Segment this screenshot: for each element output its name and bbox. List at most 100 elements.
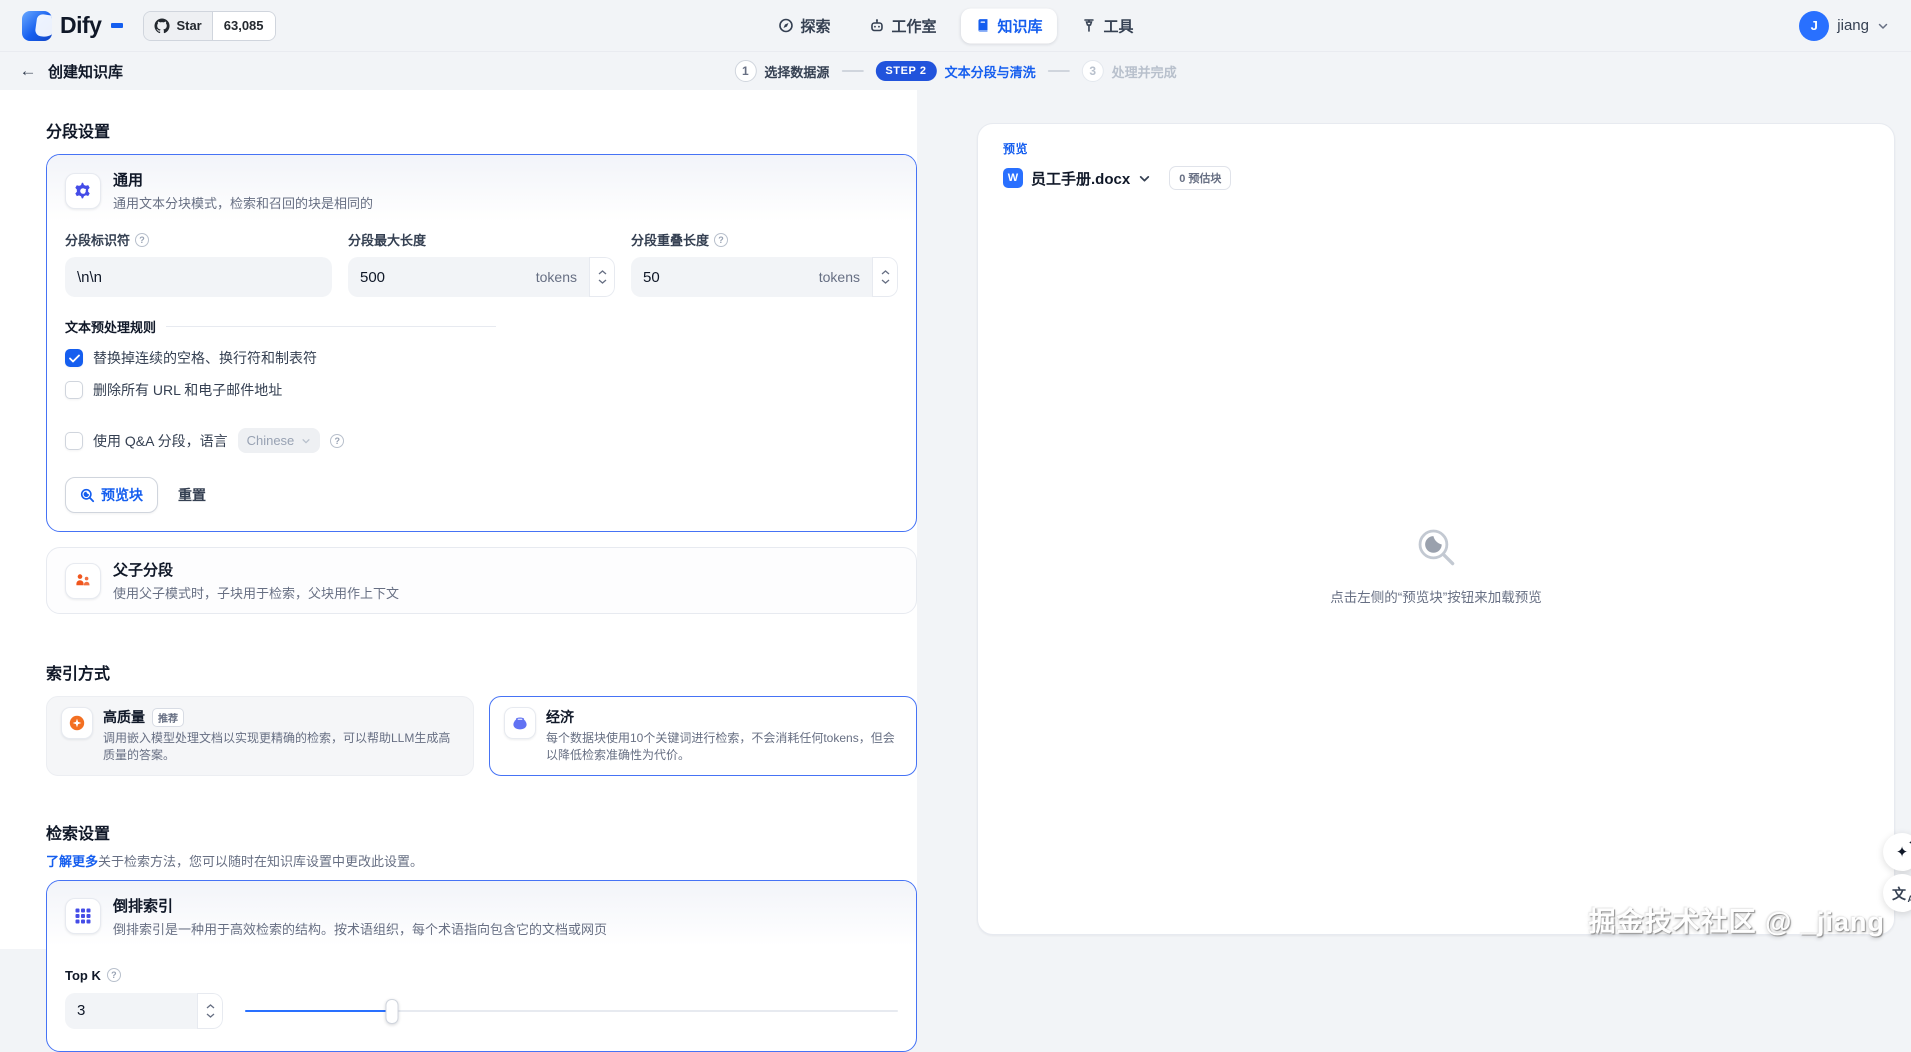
- step-2: STEP 2 文本分段与清洗: [875, 61, 1035, 81]
- qa-language-select[interactable]: Chinese: [238, 428, 321, 453]
- check-icon: [69, 354, 80, 363]
- checkbox-unchecked[interactable]: [65, 381, 83, 399]
- tab-explore[interactable]: 探索: [763, 8, 844, 43]
- parent-child-icon-tile: [65, 563, 101, 599]
- docx-file-icon: W: [1003, 168, 1023, 188]
- help-icon[interactable]: ?: [714, 233, 728, 247]
- section-title-retrieval: 检索设置: [46, 820, 917, 844]
- reset-button[interactable]: 重置: [178, 485, 206, 505]
- tokens-unit: tokens: [536, 269, 577, 285]
- qa-segmentation-row[interactable]: 使用 Q&A 分段，语言 Chinese ?: [65, 428, 898, 453]
- tab-tools[interactable]: 工具: [1067, 8, 1148, 43]
- nav-tabs: 探索 工作室 知识库 工具: [763, 8, 1147, 43]
- document-name: 员工手册.docx: [1031, 168, 1130, 189]
- high-quality-icon: [68, 714, 86, 732]
- page-title: 创建知识库: [48, 61, 123, 82]
- delimiter-input[interactable]: [77, 269, 320, 286]
- chevron-down-icon: [1877, 20, 1889, 32]
- github-star-widget[interactable]: Star 63,085: [143, 11, 275, 41]
- tab-explore-label: 探索: [800, 15, 830, 36]
- tab-knowledge[interactable]: 知识库: [961, 8, 1057, 43]
- preview-panel-label: 预览: [1003, 140, 1869, 157]
- top-k-label: Top K: [65, 968, 101, 983]
- overlap-stepper[interactable]: [872, 257, 898, 297]
- preview-empty-state: 点击左侧的“预览块”按钮来加载预览: [978, 524, 1894, 606]
- general-card-title: 通用: [113, 169, 373, 190]
- ai-assistant-button[interactable]: ✦: [1883, 833, 1911, 871]
- dify-logo-text: Dify: [60, 12, 101, 39]
- rule-label: 替换掉连续的空格、换行符和制表符: [93, 348, 317, 368]
- steps-indicator: 1 选择数据源 STEP 2 文本分段与清洗 3 处理并完成: [734, 60, 1176, 82]
- overlap-label: 分段重叠长度: [631, 230, 709, 249]
- top-nav: Dify Star 63,085 探索 工作室 知识库 工具 J jiang: [0, 0, 1911, 52]
- avatar: J: [1799, 11, 1829, 41]
- step-1-circle: 1: [734, 60, 756, 82]
- qa-label: 使用 Q&A 分段，语言: [93, 431, 228, 451]
- step-2-badge: STEP 2: [875, 61, 936, 81]
- high-quality-desc: 调用嵌入模型处理文档以实现更精确的检索，可以帮助LLM生成高质量的答案。: [103, 730, 459, 765]
- high-quality-title: 高质量: [103, 707, 145, 727]
- high-quality-icon-tile: [61, 707, 93, 739]
- help-icon[interactable]: ?: [135, 233, 149, 247]
- settings-panel: 分段设置 通用 通用文本分块模式，检索和召回的块是相同的 分段标识符?: [0, 90, 917, 949]
- stepper-down-icon: [598, 279, 607, 284]
- account-menu[interactable]: J jiang: [1799, 11, 1889, 41]
- tab-studio[interactable]: 工作室: [854, 8, 950, 43]
- economy-pot-icon: [511, 714, 529, 732]
- overlap-input[interactable]: [643, 269, 811, 286]
- step-divider: [841, 70, 863, 72]
- gear-icon-tile: [65, 173, 101, 209]
- recommended-badge: 推荐: [152, 708, 184, 727]
- tools-icon: [1081, 18, 1097, 34]
- economy-desc: 每个数据块使用10个关键词进行检索，不会消耗任何tokens，但会以降低检索准确…: [546, 730, 902, 765]
- parent-child-card[interactable]: 父子分段 使用父子模式时，子块用于检索，父块用作上下文: [46, 547, 917, 614]
- rule-remove-urls[interactable]: 删除所有 URL 和电子邮件地址: [65, 380, 898, 400]
- tab-knowledge-label: 知识库: [998, 15, 1043, 36]
- preprocess-rules-title: 文本预处理规则: [65, 317, 156, 336]
- max-length-input[interactable]: [360, 269, 528, 286]
- dify-logo[interactable]: Dify: [22, 11, 123, 41]
- preview-chunk-button[interactable]: 预览块: [65, 477, 158, 513]
- economy-card[interactable]: 经济 每个数据块使用10个关键词进行检索，不会消耗任何tokens，但会以降低检…: [489, 696, 917, 776]
- checkbox-checked[interactable]: [65, 349, 83, 367]
- parent-child-desc: 使用父子模式时，子块用于检索，父块用作上下文: [113, 583, 399, 602]
- tokens-unit: tokens: [819, 269, 860, 285]
- back-button[interactable]: ←: [14, 57, 42, 85]
- top-k-input[interactable]: [77, 1002, 185, 1019]
- chunk-fields: 分段标识符? 分段最大长度 tokens: [65, 230, 898, 297]
- max-length-label: 分段最大长度: [348, 230, 426, 249]
- slider-fill: [245, 1010, 392, 1012]
- sparkle-icon: ✦: [1896, 843, 1909, 861]
- stepper-up-icon: [881, 270, 890, 275]
- floating-toolbar: ✦ 文A: [1883, 833, 1911, 912]
- help-icon[interactable]: ?: [330, 434, 344, 448]
- translate-button[interactable]: 文A: [1883, 874, 1911, 912]
- star-label: Star: [176, 18, 201, 33]
- preview-chunk-label: 预览块: [101, 485, 143, 505]
- learn-more-link[interactable]: 了解更多: [46, 854, 98, 869]
- inverted-index-title: 倒排索引: [113, 895, 607, 916]
- high-quality-card[interactable]: 高质量 推荐 调用嵌入模型处理文档以实现更精确的检索，可以帮助LLM生成高质量的…: [46, 696, 474, 776]
- general-chunk-card[interactable]: 通用 通用文本分块模式，检索和召回的块是相同的 分段标识符? 分段最: [46, 154, 917, 532]
- step-3: 3 处理并完成: [1082, 60, 1177, 82]
- qa-checkbox[interactable]: [65, 432, 83, 450]
- top-k-stepper[interactable]: [197, 993, 223, 1029]
- inverted-index-desc: 倒排索引是一种用于高效检索的结构。按术语组织，每个术语指向包含它的文档或网页: [113, 919, 607, 938]
- explore-icon: [777, 18, 793, 34]
- stepper-up-icon: [206, 1004, 215, 1009]
- max-length-stepper[interactable]: [589, 257, 615, 297]
- sub-header: ← 创建知识库 1 选择数据源 STEP 2 文本分段与清洗 3 处理并完成: [0, 52, 1911, 90]
- economy-title: 经济: [546, 707, 574, 727]
- inverted-index-card[interactable]: 倒排索引 倒排索引是一种用于高效检索的结构。按术语组织，每个术语指向包含它的文档…: [46, 880, 917, 1052]
- chevron-down-icon: [1138, 172, 1151, 185]
- top-k-slider[interactable]: [245, 998, 898, 1024]
- rule-replace-whitespace[interactable]: 替换掉连续的空格、换行符和制表符: [65, 348, 898, 368]
- step-1-label: 选择数据源: [764, 62, 829, 81]
- economy-icon-tile: [504, 707, 536, 739]
- document-selector[interactable]: W 员工手册.docx: [1003, 168, 1151, 189]
- slider-handle[interactable]: [385, 999, 398, 1024]
- star-count: 63,085: [213, 12, 275, 40]
- chevron-down-icon: [301, 436, 311, 446]
- help-icon[interactable]: ?: [107, 968, 121, 982]
- estimated-chunks-badge: 0 预估块: [1169, 166, 1231, 190]
